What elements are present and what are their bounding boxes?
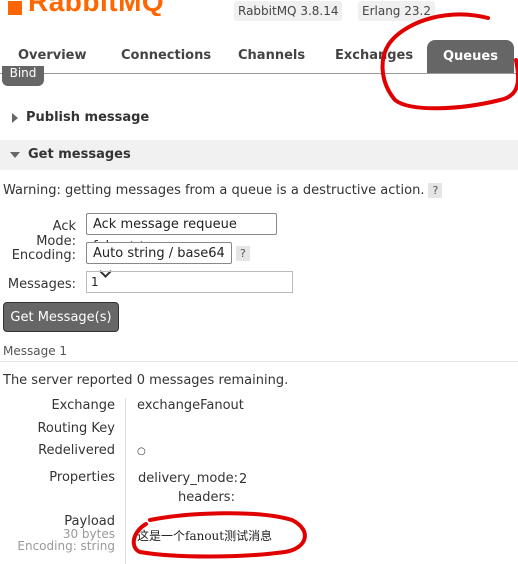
get-messages-title: Get messages — [28, 147, 131, 162]
logo-mark-icon — [8, 0, 22, 15]
encoding-label: Encoding: — [11, 248, 76, 263]
ack-mode-select[interactable]: Ack message requeue false — [86, 213, 277, 254]
delivery-mode-value: 2 — [239, 472, 248, 487]
encoding-value: Auto string / base64 — [93, 246, 225, 261]
remaining-text-post: messages remaining. — [149, 373, 289, 388]
payload-encoding: Encoding: string — [17, 539, 115, 553]
payload-value: 这是一个fanout测试消息 — [137, 529, 273, 543]
divider — [0, 361, 518, 362]
ack-mode-label: Ack Mode: — [36, 219, 76, 249]
get-messages-button[interactable]: Get Message(s) — [3, 302, 119, 332]
tab-queues[interactable]: Queues — [427, 40, 514, 73]
get-messages-section[interactable]: Get messages — [0, 140, 518, 170]
rabbitmq-logo[interactable]: RabbitMQTM — [8, 0, 228, 16]
publish-message-section[interactable]: Publish message — [0, 103, 518, 133]
destructive-warning: Warning: getting messages from a queue i… — [3, 183, 443, 198]
remaining-text-pre: The server reported — [3, 373, 133, 388]
properties-label: Properties — [49, 470, 115, 485]
delivery-mode-label: delivery_mode: — [138, 471, 238, 486]
redelivered-value: ○ — [137, 446, 146, 457]
exchange-value: exchangeFanout — [137, 398, 244, 413]
collapse-triangle-icon — [10, 151, 20, 158]
version-badge: RabbitMQ 3.8.14 — [234, 1, 343, 21]
headers-label: headers: — [178, 490, 235, 505]
publish-message-title: Publish message — [26, 110, 150, 125]
messages-remaining: The server reported 0 messages remaining… — [3, 373, 288, 388]
tab-exchanges[interactable]: Exchanges — [335, 48, 413, 63]
erlang-badge: Erlang 23.2 — [358, 1, 435, 21]
main-nav-tabs: Overview Connections Channels Exchanges … — [0, 40, 518, 74]
warning-text: Warning: getting messages from a queue i… — [3, 183, 425, 198]
message-title: Message 1 — [3, 344, 68, 358]
encoding-help-icon[interactable]: ? — [236, 246, 250, 261]
redelivered-label: Redelivered — [38, 443, 115, 458]
tab-connections[interactable]: Connections — [121, 48, 211, 63]
expand-triangle-icon — [12, 112, 18, 123]
logo-text: RabbitMQ — [28, 0, 165, 16]
messages-label: Messages: — [7, 277, 76, 292]
tab-overview[interactable]: Overview — [18, 48, 87, 63]
bind-button[interactable]: Bind — [2, 66, 44, 86]
remaining-count: 0 — [136, 373, 145, 388]
routing-key-label: Routing Key — [37, 421, 115, 436]
encoding-select[interactable]: Auto string / base64 — [86, 242, 232, 278]
messages-count-input[interactable]: 1 — [86, 271, 293, 293]
details-divider — [125, 398, 126, 564]
exchange-label: Exchange — [51, 398, 115, 413]
warning-help-icon[interactable]: ? — [428, 183, 443, 198]
tab-channels[interactable]: Channels — [238, 48, 305, 63]
